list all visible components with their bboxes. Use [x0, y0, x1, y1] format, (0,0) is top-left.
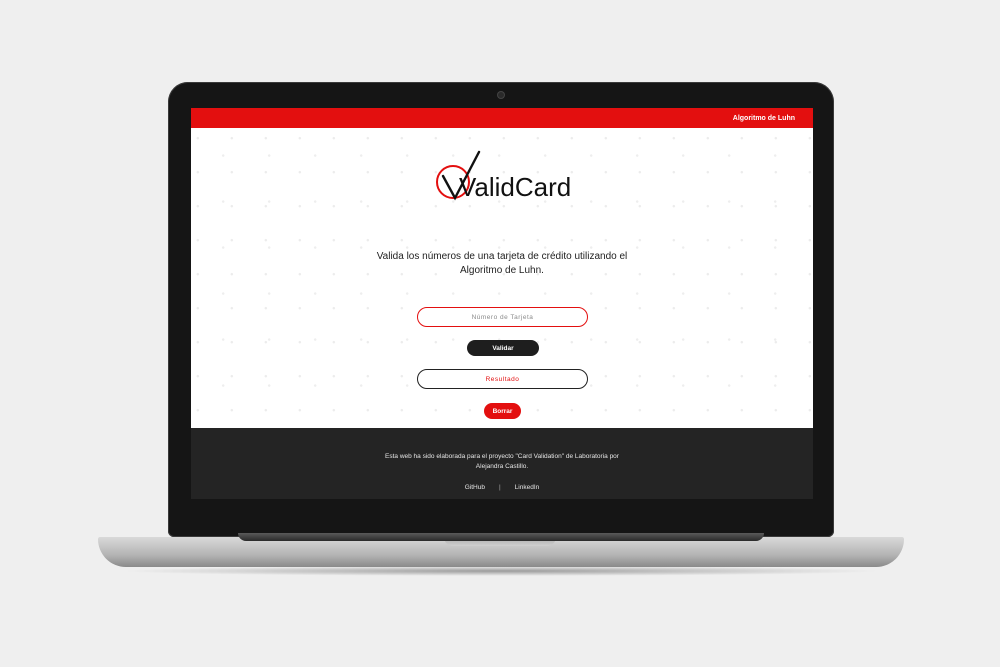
- laptop-lid: Algoritmo de Luhn ValidCard Valida los n…: [168, 82, 834, 537]
- page-footer: Esta web ha sido elaborada para el proye…: [191, 428, 813, 499]
- github-link[interactable]: GitHub: [465, 484, 485, 491]
- laptop-shadow: [120, 566, 882, 576]
- top-navbar: Algoritmo de Luhn: [191, 108, 813, 128]
- clear-button[interactable]: Borrar: [484, 403, 521, 419]
- page-description: Valida los números de una tarjeta de cré…: [376, 251, 628, 276]
- checkmark-logo-icon: ValidCard: [436, 150, 571, 202]
- laptop-hinge: [238, 533, 764, 541]
- card-number-placeholder: Número de Tarjeta: [471, 313, 534, 321]
- card-number-input[interactable]: Número de Tarjeta: [417, 307, 588, 327]
- laptop-screen: Algoritmo de Luhn ValidCard Valida los n…: [191, 108, 813, 499]
- camera-icon: [498, 92, 504, 98]
- result-field: Resultado: [417, 369, 588, 389]
- result-placeholder: Resultado: [485, 375, 520, 383]
- hero-section: ValidCard Valida los números de una tarj…: [191, 128, 813, 428]
- footer-separator: |: [498, 484, 501, 491]
- logo-text: ValidCard: [459, 172, 571, 202]
- nav-link-luhn[interactable]: Algoritmo de Luhn: [733, 115, 795, 122]
- footer-links: GitHub | LinkedIn: [191, 484, 813, 491]
- linkedin-link[interactable]: LinkedIn: [515, 484, 540, 491]
- validcard-logo: ValidCard: [429, 146, 589, 206]
- validate-button[interactable]: Validar: [467, 340, 539, 356]
- footer-credits: Esta web ha sido elaborada para el proye…: [385, 453, 619, 470]
